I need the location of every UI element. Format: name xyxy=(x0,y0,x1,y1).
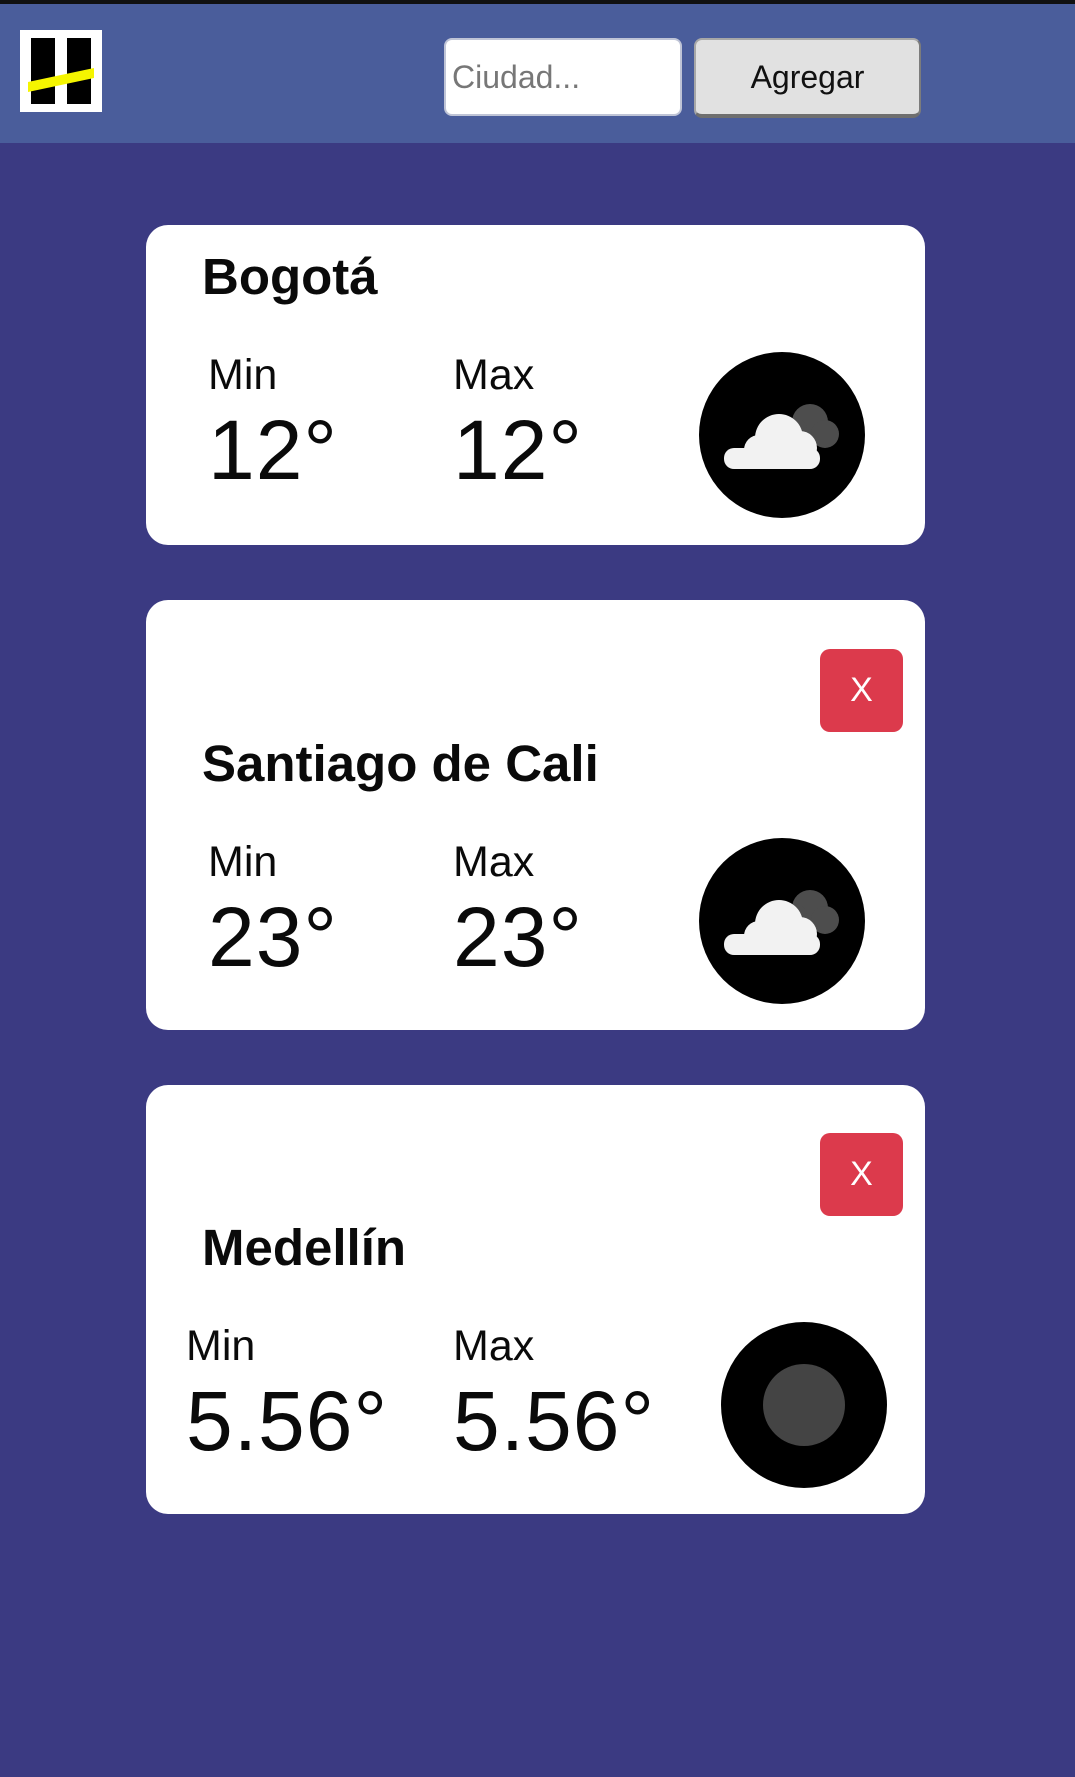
min-label: Min xyxy=(208,351,278,399)
cloud-icon xyxy=(699,838,865,1004)
city-name: Medellín xyxy=(202,1219,407,1276)
city-card: X Medellín Min 5.56° Max 5.56° xyxy=(146,1085,925,1514)
city-card: X Santiago de Cali Min 23° Max 23° xyxy=(146,600,925,1030)
city-name: Bogotá xyxy=(202,248,378,305)
circle-icon xyxy=(721,1322,887,1488)
remove-city-button[interactable]: X xyxy=(820,1133,903,1216)
remove-city-button[interactable]: X xyxy=(820,649,903,732)
min-temp: 5.56° xyxy=(186,1374,389,1468)
min-label: Min xyxy=(208,838,278,886)
max-temp: 12° xyxy=(453,403,584,497)
max-label: Max xyxy=(453,1322,535,1370)
min-temp: 12° xyxy=(208,403,339,497)
app-header: Agregar xyxy=(0,4,1075,143)
add-city-button[interactable]: Agregar xyxy=(694,38,921,118)
min-label: Min xyxy=(186,1322,256,1370)
logo-icon xyxy=(20,30,102,112)
max-label: Max xyxy=(453,351,535,399)
cloud-icon xyxy=(699,352,865,518)
city-card: Bogotá Min 12° Max 12° xyxy=(146,225,925,545)
max-temp: 5.56° xyxy=(453,1374,656,1468)
min-temp: 23° xyxy=(208,890,339,984)
city-name: Santiago de Cali xyxy=(202,735,599,792)
max-temp: 23° xyxy=(453,890,584,984)
city-search-input[interactable] xyxy=(444,38,682,116)
max-label: Max xyxy=(453,838,535,886)
